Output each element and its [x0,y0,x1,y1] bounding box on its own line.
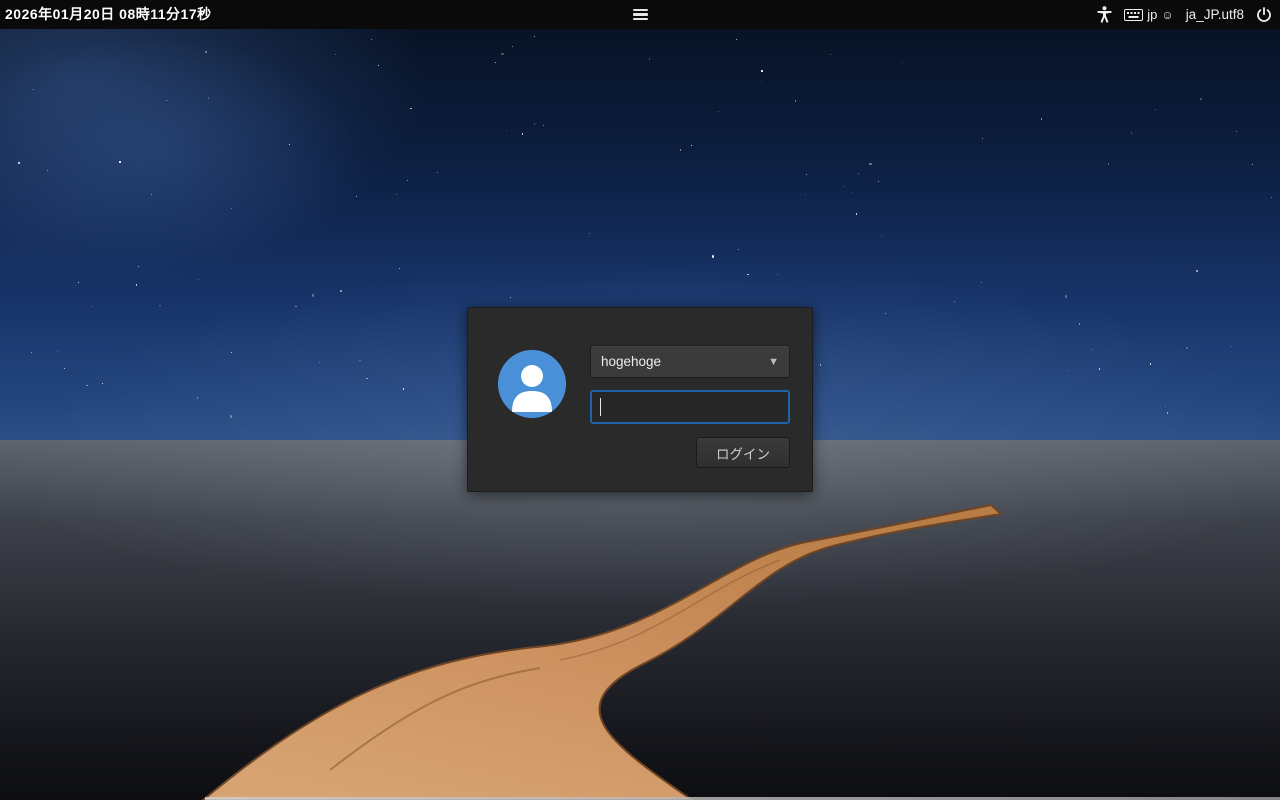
user-select[interactable]: hogehoge ▼ [590,345,790,378]
login-button[interactable]: ログイン [696,437,790,468]
password-input[interactable] [590,390,790,424]
accessibility-button[interactable] [1097,0,1112,29]
login-fields: hogehoge ▼ ログイン [590,345,790,468]
hamburger-icon [633,9,648,21]
keyboard-layout-button[interactable]: jp ☺ [1124,0,1173,29]
session-menu-button[interactable] [622,0,658,29]
accessibility-icon [1097,6,1112,23]
chevron-down-icon: ▼ [768,356,779,368]
text-caret [600,398,601,416]
power-button[interactable] [1256,0,1272,29]
power-icon [1256,7,1272,23]
keyboard-icon [1124,9,1143,21]
locale-label: ja_JP.utf8 [1186,7,1244,22]
input-method-icon: ☺ [1161,8,1173,22]
keyboard-layout-label: jp [1147,7,1157,22]
selected-username: hogehoge [601,354,661,369]
button-row: ログイン [590,437,790,468]
clock: 2026年01月20日 08時11分17秒 [5,0,212,29]
top-panel: 2026年01月20日 08時11分17秒 jp ☺ ja_JP.utf8 [0,0,1280,29]
password-field-wrap [590,390,790,424]
user-avatar-icon [498,350,566,418]
login-dialog: hogehoge ▼ ログイン [467,307,813,492]
user-avatar [498,350,566,418]
panel-indicators: jp ☺ ja_JP.utf8 [1097,0,1272,29]
